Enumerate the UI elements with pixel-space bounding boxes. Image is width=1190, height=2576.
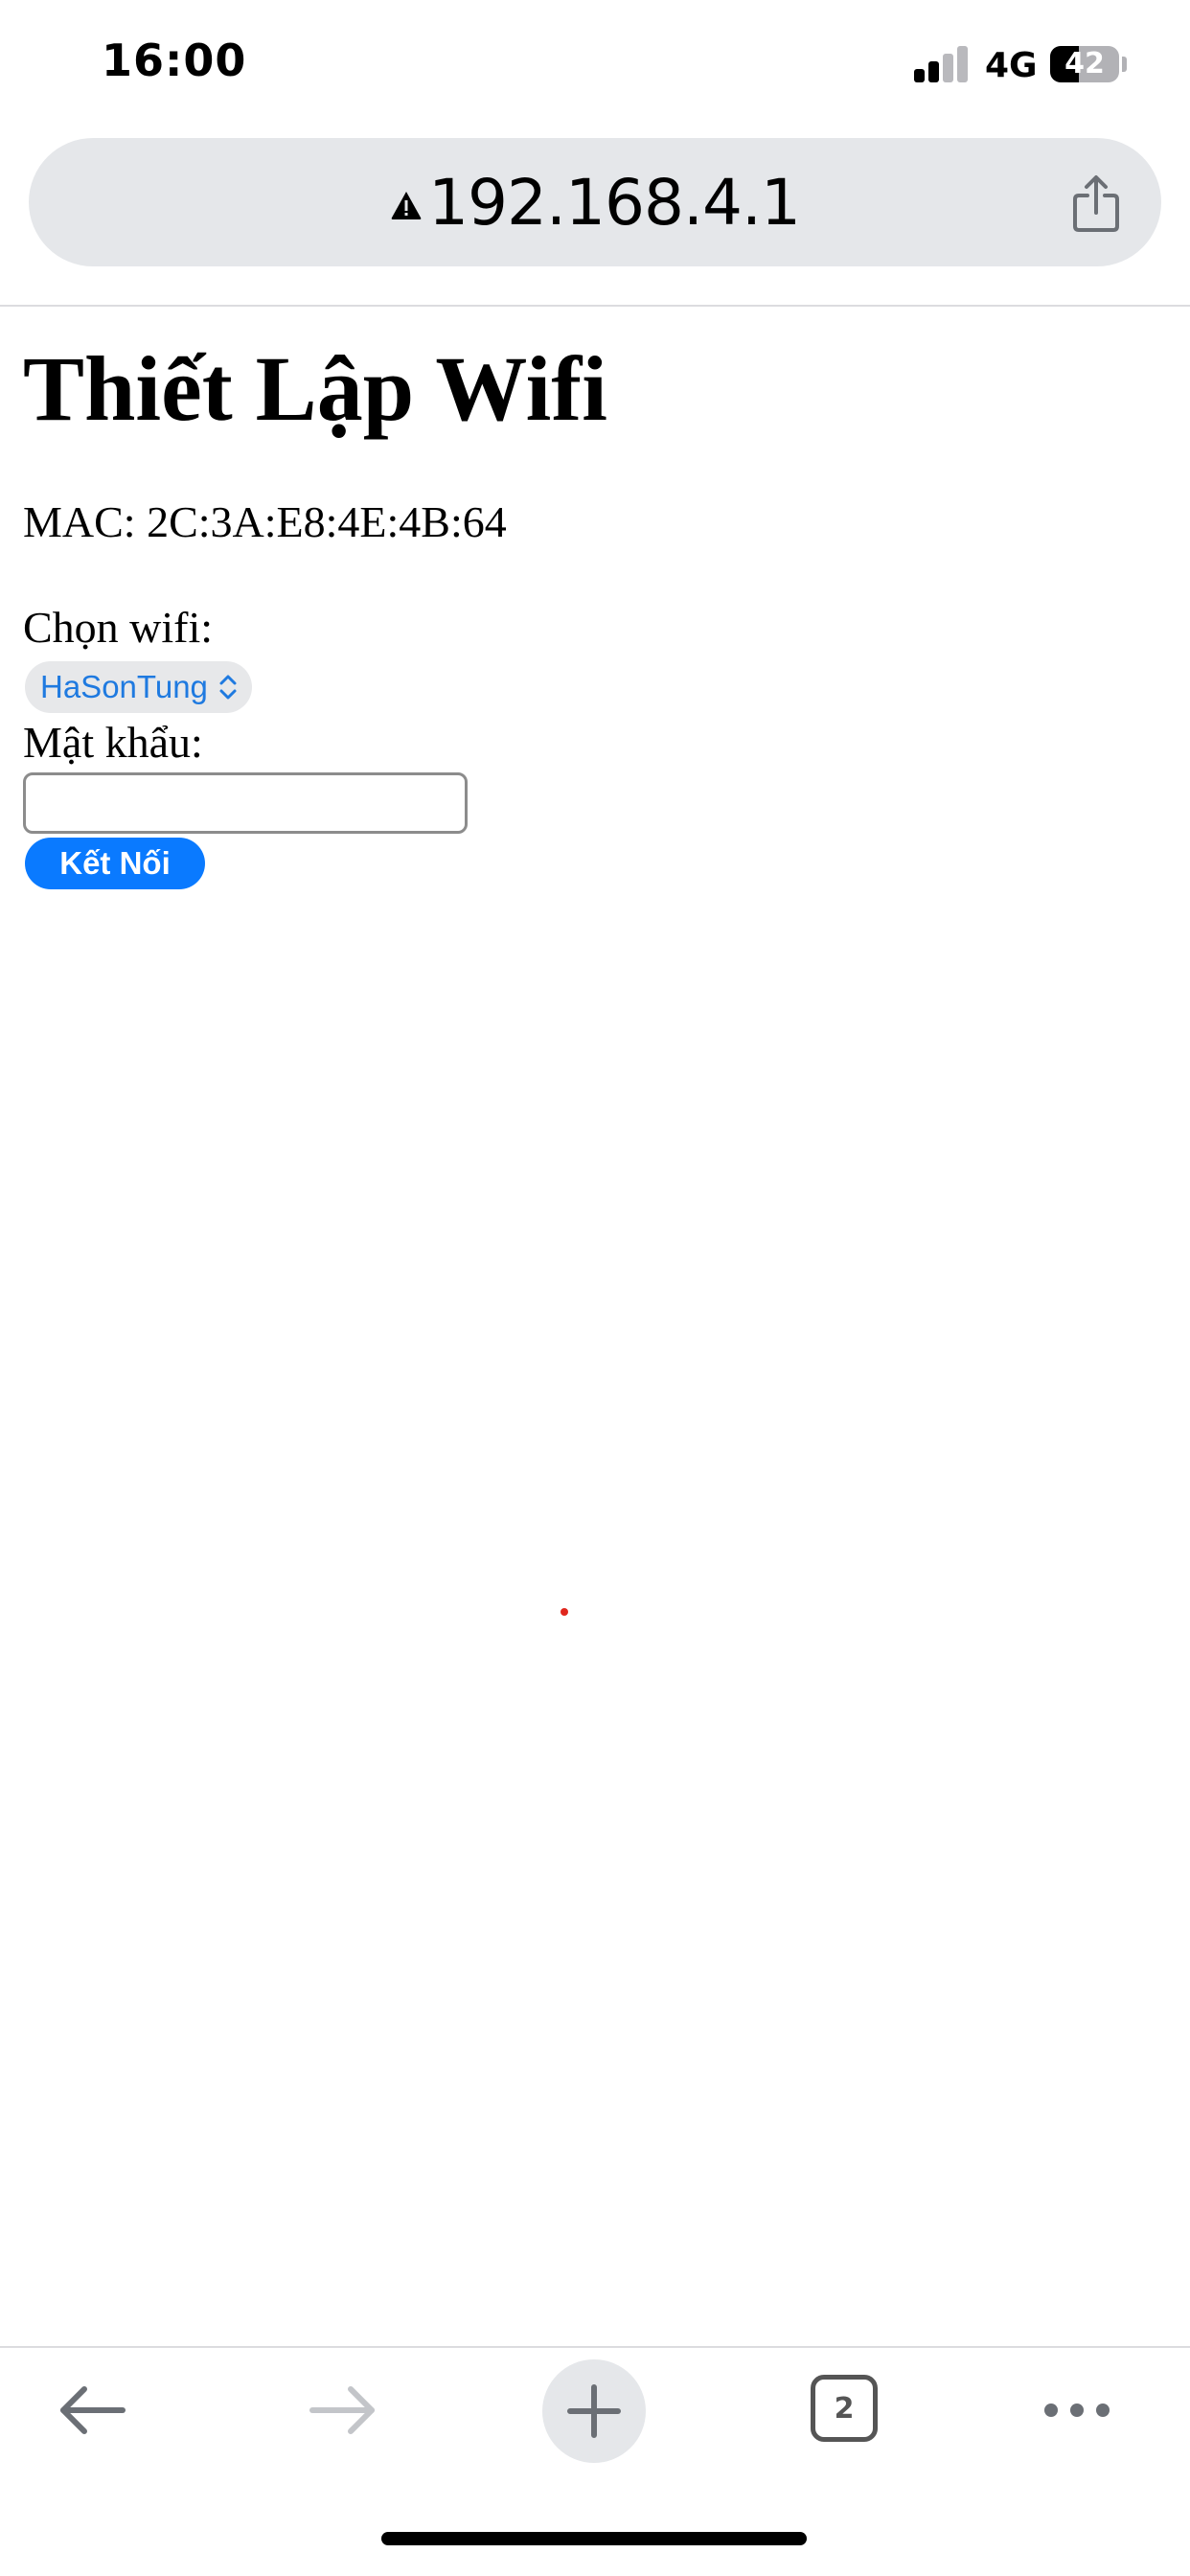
header-divider — [0, 305, 1190, 307]
url-text: 192.168.4.1 — [428, 165, 801, 240]
arrow-left-icon — [60, 2386, 126, 2434]
forward-button[interactable] — [276, 2348, 410, 2472]
wifi-select-value: HaSonTung — [40, 669, 208, 704]
marker-dot — [561, 1608, 568, 1616]
password-label: Mật khẩu: — [23, 718, 203, 767]
cellular-signal-icon — [914, 46, 970, 82]
arrow-right-icon — [309, 2386, 375, 2434]
wifi-select[interactable]: HaSonTung — [25, 661, 252, 713]
password-field[interactable] — [23, 772, 468, 834]
tabs-button[interactable]: 2 — [811, 2375, 878, 2442]
back-button[interactable] — [25, 2348, 159, 2472]
plus-icon — [567, 2384, 621, 2438]
battery-level: 42 — [1064, 47, 1105, 80]
home-indicator — [381, 2532, 807, 2545]
mac-address: MAC: 2C:3A:E8:4E:4B:64 — [23, 497, 507, 546]
status-time: 16:00 — [102, 34, 247, 86]
network-type: 4G — [985, 46, 1038, 85]
page-title: Thiết Lập Wifi — [23, 337, 607, 440]
chevron-updown-icon — [219, 675, 237, 700]
url-display[interactable]: 192.168.4.1 — [29, 138, 1161, 266]
choose-wifi-label: Chọn wifi: — [23, 603, 214, 652]
address-bar[interactable]: 192.168.4.1 — [29, 138, 1161, 266]
warning-triangle-icon — [391, 192, 422, 219]
bottom-toolbar: 2 — [0, 2348, 1190, 2482]
connect-button[interactable]: Kết Nối — [25, 838, 205, 889]
more-button[interactable] — [1010, 2348, 1144, 2472]
battery-tip — [1122, 57, 1127, 72]
share-icon[interactable] — [1069, 174, 1123, 234]
more-icon — [1044, 2404, 1110, 2417]
status-bar: 16:00 4G 42 — [0, 0, 1190, 134]
battery-icon: 42 — [1050, 46, 1119, 82]
new-tab-button[interactable] — [542, 2359, 646, 2463]
